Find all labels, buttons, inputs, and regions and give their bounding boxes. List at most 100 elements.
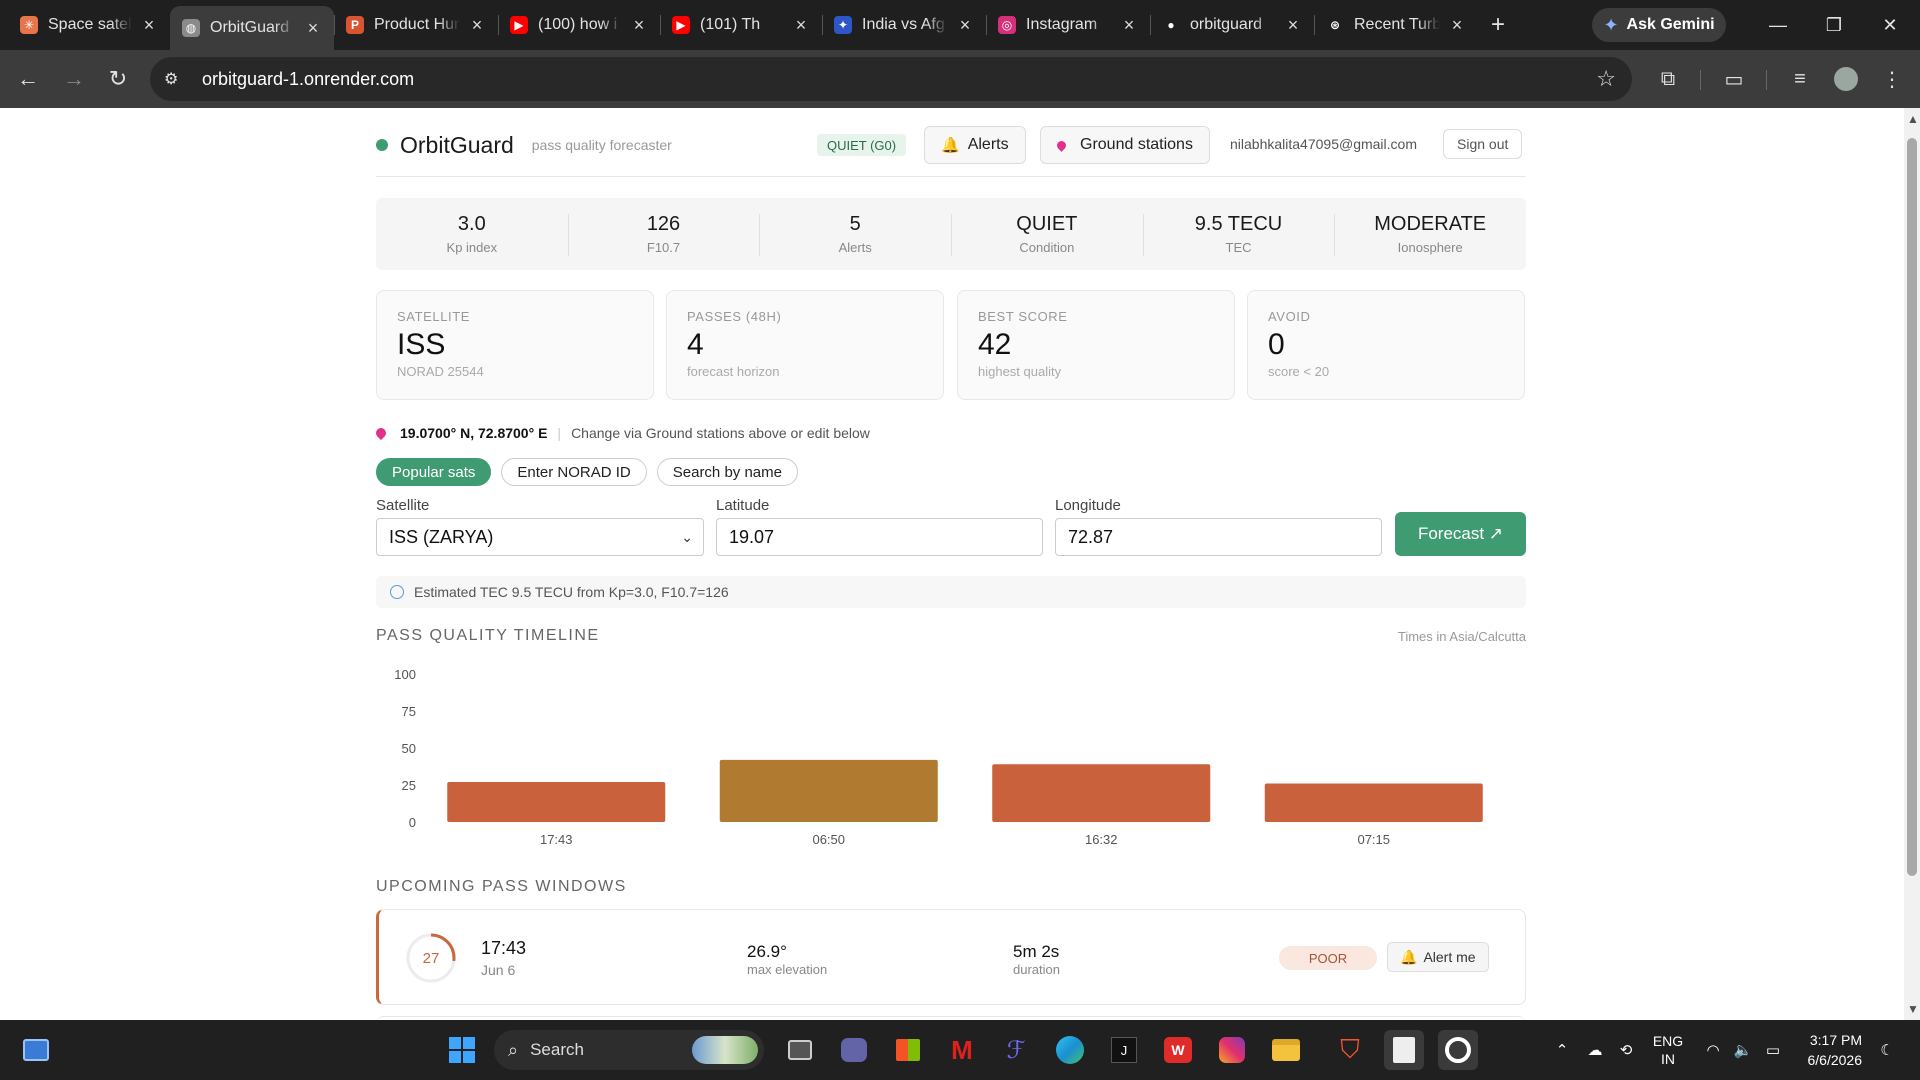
stat-value: 9.5 TECU	[1194, 213, 1283, 235]
volume-icon[interactable]: 🔈	[1730, 1020, 1756, 1080]
battery-icon[interactable]: ▭	[1760, 1020, 1786, 1080]
ask-gemini-button[interactable]: ✦ Ask Gemini	[1592, 8, 1726, 42]
stat-item: 3.0 Kp index	[376, 198, 568, 270]
windows-start-icon[interactable]	[442, 1030, 482, 1070]
user-email: nilabhkalita47095@gmail.com	[1230, 136, 1417, 152]
pass-window-card[interactable]: 27 17:43 Jun 6 26.9° max elevation 5m 2s…	[376, 909, 1526, 1005]
instagram-app-icon[interactable]	[1212, 1030, 1252, 1070]
tab-close-icon[interactable]: ×	[1120, 15, 1138, 36]
cast-icon[interactable]: ▭	[1714, 57, 1754, 101]
browser-tab[interactable]: ✦ India vs Afg ×	[822, 0, 986, 50]
input-language-indicator[interactable]: ENG IN	[1650, 1020, 1686, 1080]
forward-arrow-icon[interactable]: →	[52, 57, 96, 101]
location-coordinates: 19.0700° N, 72.8700° E	[400, 425, 548, 441]
brave-browser-icon[interactable]: ⛉	[1330, 1030, 1370, 1070]
scroll-up-icon[interactable]: ▲	[1907, 112, 1919, 126]
taskbar-search-label: Search	[530, 1040, 584, 1059]
notepad-icon[interactable]	[1384, 1030, 1424, 1070]
latitude-field-label: Latitude	[716, 497, 770, 514]
task-view-icon[interactable]	[780, 1030, 820, 1070]
notifications-moon-icon[interactable]: ☾	[1872, 1020, 1902, 1080]
tab-close-icon[interactable]: ×	[468, 15, 486, 36]
reload-icon[interactable]: ↻	[96, 57, 140, 101]
mode-tab[interactable]: Popular sats	[376, 458, 492, 486]
bookmark-star-icon[interactable]: ☆	[1596, 66, 1616, 92]
browser-tab[interactable]: P Product Hunt ×	[334, 0, 498, 50]
tec-estimate-text: Estimated TEC 9.5 TECU from Kp=3.0, F10.…	[414, 584, 729, 600]
site-settings-icon[interactable]: ⚙	[164, 69, 188, 89]
back-arrow-icon[interactable]: ←	[6, 57, 50, 101]
extensions-icon[interactable]: ⧉	[1648, 57, 1688, 101]
chart-bar[interactable]	[1264, 783, 1483, 822]
onedrive-icon[interactable]: ☁	[1580, 1020, 1610, 1080]
browser-tab[interactable]: ◎ Instagram ×	[986, 0, 1150, 50]
close-window-icon[interactable]: ✕	[1862, 0, 1918, 50]
taskbar-clock[interactable]: 3:17 PM 6/6/2026	[1806, 1030, 1863, 1070]
browser-tab[interactable]: ✳ Space satellite ×	[8, 0, 170, 50]
tab-close-icon[interactable]: ×	[1448, 15, 1466, 36]
longitude-input[interactable]: 72.87	[1055, 518, 1382, 556]
browser-tab[interactable]: ● orbitguard ×	[1150, 0, 1314, 50]
browser-tab[interactable]: ◍ OrbitGuard ×	[170, 6, 334, 50]
teams-chat-icon[interactable]	[834, 1030, 874, 1070]
tab-title: India vs Afg	[862, 16, 945, 33]
tab-close-icon[interactable]: ×	[304, 18, 322, 39]
chrome-taskbar-icon[interactable]	[1438, 1030, 1478, 1070]
microsoft-store-icon[interactable]	[888, 1030, 928, 1070]
tab-title: Product Hunt	[374, 16, 460, 33]
sync-icon[interactable]: ⟲	[1612, 1020, 1640, 1080]
alert-me-label: Alert me	[1423, 949, 1476, 965]
copilot-icon[interactable]: ℱ	[996, 1030, 1036, 1070]
file-explorer-icon[interactable]	[1266, 1030, 1306, 1070]
profile-avatar[interactable]	[1826, 57, 1866, 101]
satellite-select[interactable]: ISS (ZARYA) ⌄	[376, 518, 704, 556]
chart-bar[interactable]	[992, 764, 1211, 822]
browser-tab[interactable]: ▶ (101) Th ×	[660, 0, 822, 50]
latitude-input[interactable]: 19.07	[716, 518, 1043, 556]
new-tab-plus-icon[interactable]: +	[1478, 11, 1518, 39]
alerts-button[interactable]: 🔔 Alerts	[924, 126, 1026, 164]
tab-close-icon[interactable]: ×	[792, 15, 810, 36]
alert-me-button[interactable]: 🔔 Alert me	[1387, 942, 1489, 972]
page-scrollbar[interactable]: ▲ ▼	[1904, 108, 1920, 1020]
satellite-field-label: Satellite	[376, 497, 430, 514]
chrome-menu-icon[interactable]: ⋮	[1872, 57, 1912, 101]
stat-value: QUIET	[1016, 213, 1078, 235]
chart-bar[interactable]	[719, 759, 938, 822]
jetbrains-icon[interactable]: J	[1104, 1030, 1144, 1070]
mcafee-icon[interactable]: M	[942, 1030, 982, 1070]
scrollbar-thumb[interactable]	[1907, 138, 1917, 876]
mode-tab[interactable]: Search by name	[656, 458, 798, 486]
ground-stations-button[interactable]: Ground stations	[1040, 126, 1210, 164]
mode-tab[interactable]: Enter NORAD ID	[501, 458, 647, 486]
forecast-button[interactable]: Forecast ↗	[1395, 512, 1526, 556]
pass-duration: 5m 2s	[1013, 942, 1060, 961]
wps-office-icon[interactable]: W	[1158, 1030, 1198, 1070]
chart-bar[interactable]	[447, 782, 666, 822]
tab-close-icon[interactable]: ×	[956, 15, 974, 36]
restore-icon[interactable]: ❐	[1806, 0, 1862, 50]
tab-close-icon[interactable]: ×	[630, 15, 648, 36]
tab-favicon-icon: ●	[1162, 16, 1180, 34]
minimize-icon[interactable]: —	[1750, 0, 1806, 50]
media-queue-icon[interactable]: ≡	[1780, 57, 1820, 101]
app-header: OrbitGuard pass quality forecaster QUIET…	[376, 122, 1526, 168]
browser-tab[interactable]: ▶ (100) how i ×	[498, 0, 660, 50]
language-code: ENG	[1652, 1033, 1684, 1049]
sign-out-button[interactable]: Sign out	[1443, 129, 1523, 159]
summary-card: AVOID 0 score < 20	[1247, 290, 1525, 400]
widgets-icon[interactable]	[16, 1030, 56, 1070]
gemini-sparkle-icon: ✦	[1603, 14, 1619, 35]
tab-favicon-icon: ◎	[998, 16, 1016, 34]
address-bar[interactable]: ⚙ orbitguard-1.onrender.com ☆	[150, 57, 1632, 101]
scroll-down-icon[interactable]: ▼	[1907, 1002, 1919, 1016]
edge-browser-icon[interactable]	[1050, 1030, 1090, 1070]
browser-tab[interactable]: ⊛ Recent Turb ×	[1314, 0, 1478, 50]
tab-close-icon[interactable]: ×	[1284, 15, 1302, 36]
wifi-icon[interactable]: ◠	[1700, 1020, 1726, 1080]
tab-close-icon[interactable]: ×	[140, 15, 158, 36]
stat-label: Condition	[1019, 240, 1075, 255]
show-hidden-icons-chevron[interactable]: ⌃	[1550, 1020, 1574, 1080]
taskbar-search[interactable]: ⌕ Search	[494, 1030, 764, 1070]
geomagnetic-status-badge: QUIET (G0)	[817, 134, 907, 156]
